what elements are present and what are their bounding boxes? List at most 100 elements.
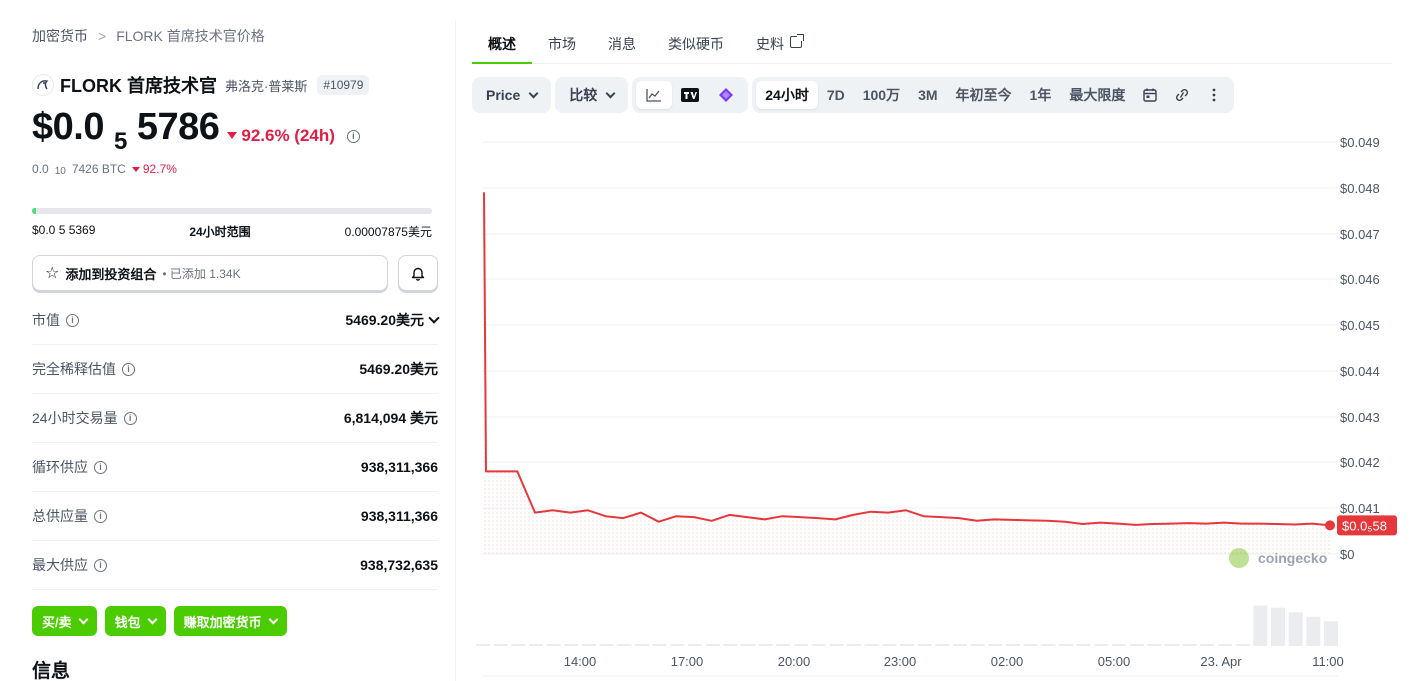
tab-item[interactable]: 市场 <box>532 24 592 64</box>
stat-row: 最大供应 i 938,732,635 <box>32 541 438 590</box>
breadcrumb-root[interactable]: 加密货币 <box>32 26 88 46</box>
stat-value[interactable]: 5469.20美元 <box>345 310 440 330</box>
volume-bar <box>900 644 914 646</box>
calendar-button[interactable] <box>1134 81 1166 109</box>
y-tick-label: $0.043 <box>1340 410 1380 425</box>
earn-crypto-button[interactable]: 赚取加密货币 <box>173 606 287 636</box>
price-chart[interactable]: $0.049 $0.048 $0.047 $0.046 $0.045 $0.044 $0.0… <box>472 128 1407 681</box>
volume-bar <box>1023 644 1038 646</box>
tab-item[interactable]: 概述 <box>472 24 532 64</box>
range-high: 0.00007875美元 <box>344 225 432 239</box>
volume-bar <box>970 644 985 646</box>
portfolio-label: 添加到投资组合 <box>65 266 157 282</box>
volume-bar <box>917 644 932 646</box>
stat-value: 6,814,094 美元 <box>344 408 438 428</box>
more-icon <box>1212 88 1216 102</box>
tradingview-button[interactable] <box>672 81 708 109</box>
stat-label-text: 市值 <box>32 312 60 328</box>
breadcrumb: 加密货币 > FLORK 首席技术官价格 <box>32 26 265 46</box>
stat-value: 938,311,366 <box>361 508 438 524</box>
info-icon[interactable]: i <box>94 460 107 474</box>
volume-bar <box>1041 644 1056 646</box>
info-icon[interactable]: i <box>346 129 360 143</box>
btc-price-row: 0.0 10 7426 BTC 92.7% <box>32 162 177 177</box>
chevron-down-icon <box>147 614 158 624</box>
range-button[interactable]: 最大限度 <box>1060 81 1134 109</box>
chevron-down-icon <box>528 88 539 98</box>
volume-bar <box>1271 607 1285 646</box>
x-tick-label: 17:00 <box>671 654 704 669</box>
stat-value: 938,311,366 <box>361 459 438 475</box>
volume-bar <box>1165 644 1179 646</box>
stat-value-text: 938,311,366 <box>360 508 438 524</box>
volume-bar <box>794 644 808 646</box>
compare-dropdown-label: 比较 <box>569 87 598 103</box>
volume-bar <box>1059 644 1073 646</box>
stat-label-text: 完全稀释估值 <box>32 361 116 377</box>
coingecko-watermark: coingecko <box>1258 550 1327 566</box>
compare-dropdown[interactable]: 比较 <box>555 77 629 113</box>
stat-row: 市值 i 5469.20美元 <box>32 296 440 345</box>
info-icon[interactable]: i <box>94 558 107 572</box>
y-tick-label: $0 <box>1340 547 1354 562</box>
more-button[interactable] <box>1198 81 1230 109</box>
price-prefix: $0.0 <box>32 106 104 148</box>
action-buttons: 买/卖 钱包 赚取加密货币 <box>32 606 287 636</box>
y-tick-label: $0.049 <box>1340 135 1380 150</box>
volume-bar <box>564 644 579 646</box>
range-button[interactable]: 24小时 <box>756 81 818 109</box>
line-chart-button[interactable] <box>636 81 673 109</box>
stat-value: 938,732,635 <box>360 557 438 573</box>
price-dropdown[interactable]: Price <box>472 77 552 113</box>
price-digits: 5786 <box>136 106 220 148</box>
y-tick-label: $0.046 <box>1340 272 1380 287</box>
buy-sell-button[interactable]: 买/卖 <box>32 606 97 636</box>
chevron-down-icon <box>605 88 616 98</box>
stat-label: 市值 i <box>32 310 79 330</box>
volume-bar <box>1076 644 1091 646</box>
tab-item[interactable]: 史料 <box>740 24 818 64</box>
volume-bar <box>935 644 950 646</box>
diamond-button[interactable] <box>708 81 744 109</box>
info-icon[interactable]: i <box>66 313 79 327</box>
info-icon[interactable]: i <box>122 362 135 376</box>
price-line <box>483 192 1331 527</box>
y-tick-label: $0.042 <box>1340 455 1380 470</box>
star-icon: ☆ <box>45 265 60 282</box>
volume-bar <box>1235 644 1250 646</box>
stats-table: 市值 i 5469.20美元完全稀释估值 i 5469.20美元 24小时交易量 i 6,81… <box>32 296 440 590</box>
info-icon[interactable]: i <box>123 411 137 425</box>
range-button[interactable]: 3M <box>909 81 946 109</box>
wallet-button[interactable]: 钱包 <box>104 606 166 636</box>
stat-value-text: 938,732,635 <box>360 557 438 573</box>
volume-bar <box>1324 621 1338 646</box>
stat-value-text: 938,311,366 <box>360 459 438 475</box>
range-button[interactable]: 100万 <box>854 81 909 109</box>
link-button[interactable] <box>1166 81 1198 109</box>
price-zero-count: 5 <box>113 128 127 155</box>
range-button[interactable]: 7D <box>818 81 854 109</box>
price-alert-button[interactable] <box>398 255 438 291</box>
volume-bar <box>953 644 967 646</box>
x-tick-label: 11:00 <box>1312 654 1344 669</box>
info-icon[interactable]: i <box>94 509 107 523</box>
section-tabs: 概述 市场 消息 类似硬币 史料 <box>472 24 1392 64</box>
add-to-portfolio-button[interactable]: ☆ 添加到投资组合 • 已添加 1.34K <box>32 255 388 291</box>
volume-bar <box>829 644 844 646</box>
stat-label: 总供应量 i <box>32 506 107 526</box>
diamond-icon <box>719 88 734 102</box>
tab-item[interactable]: 消息 <box>592 24 652 64</box>
range-button[interactable]: 年初至今 <box>947 81 1021 109</box>
volume-bar <box>1129 644 1144 646</box>
stat-label-text: 总供应量 <box>32 508 88 524</box>
x-tick-label: 05:00 <box>1098 654 1131 669</box>
range-button[interactable]: 1年 <box>1021 81 1061 109</box>
chevron-down-icon <box>428 312 440 324</box>
btc-change-value: 92.7% <box>142 162 177 176</box>
stat-label: 24小时交易量 i <box>32 408 137 428</box>
info-heading: 信息 <box>32 661 71 681</box>
volume-bar <box>1306 616 1321 646</box>
volume-bar <box>617 644 632 646</box>
tab-item[interactable]: 类似硬币 <box>652 24 740 64</box>
earn-label: 赚取加密货币 <box>183 614 262 630</box>
